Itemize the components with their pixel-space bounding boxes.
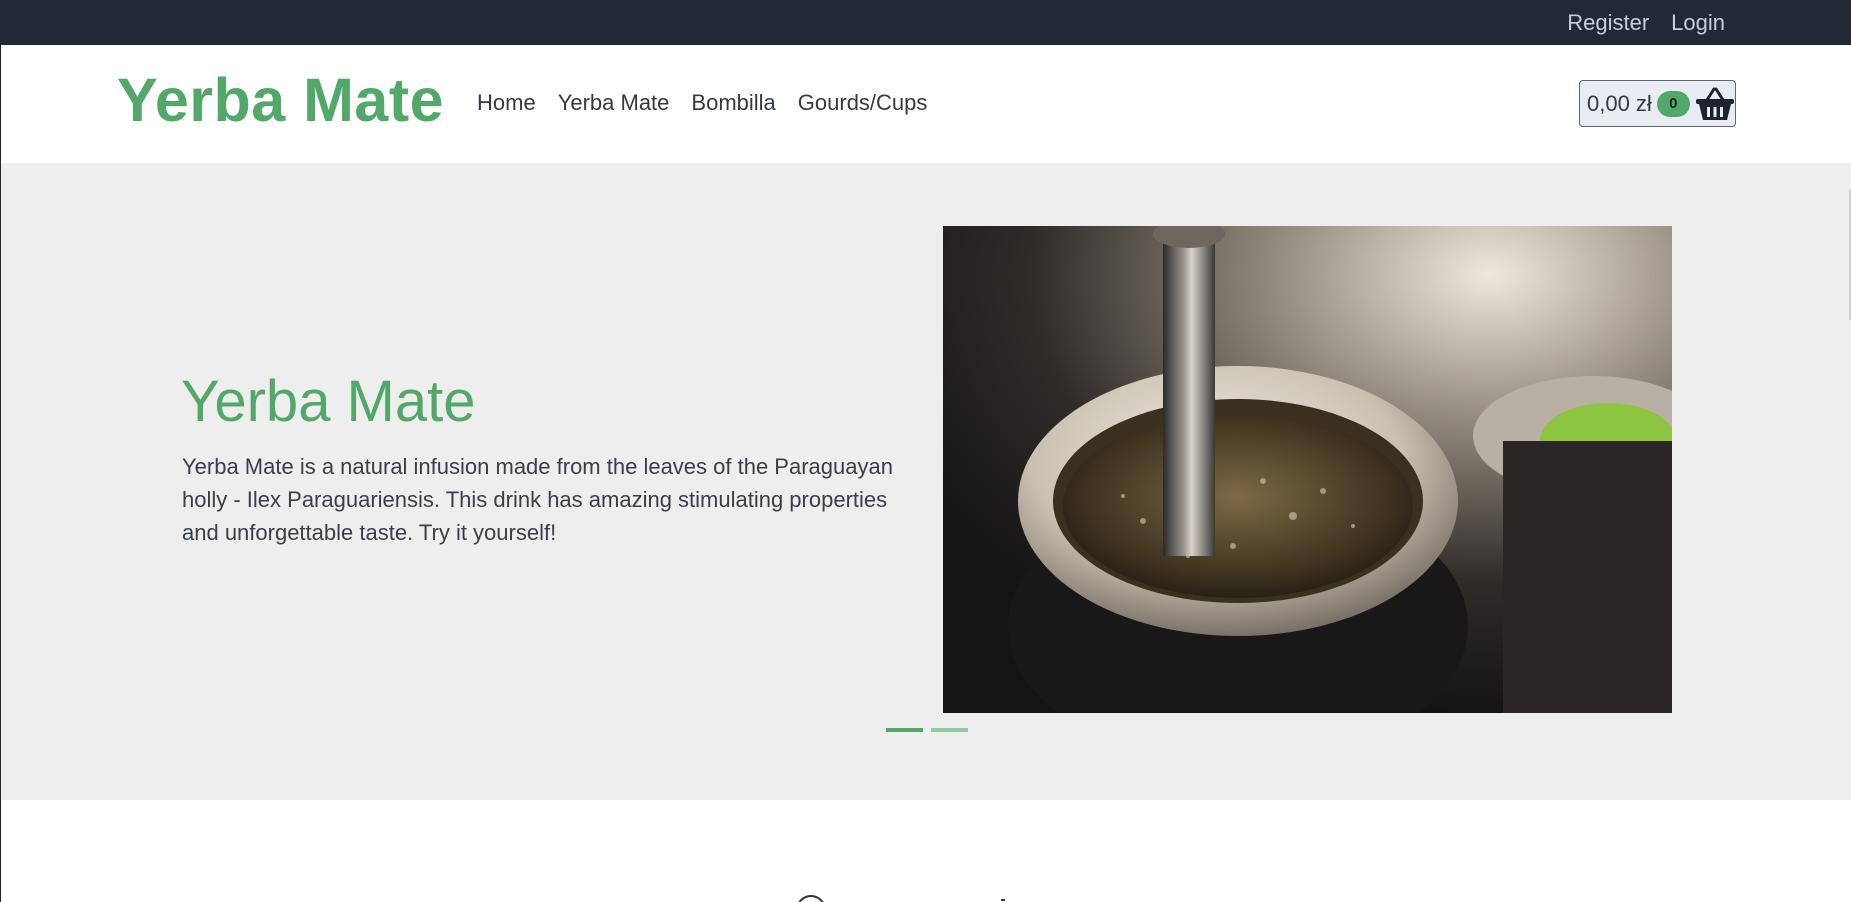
hero-description: Yerba Mate is a natural infusion made fr…: [182, 454, 893, 545]
cart-button[interactable]: 0,00 zł 0: [1579, 80, 1736, 127]
carousel-indicator-1[interactable]: [886, 728, 923, 732]
login-link[interactable]: Login: [1671, 10, 1725, 36]
nav-item-home[interactable]: Home: [477, 90, 536, 116]
nav-item-bombilla[interactable]: Bombilla: [691, 90, 775, 116]
hero-image: [943, 226, 1672, 713]
next-section-heading-peek: [791, 878, 1031, 902]
top-bar: Register Login: [1, 0, 1851, 45]
hero-title: Yerba Mate: [181, 369, 476, 434]
mate-gourd-image: [943, 226, 1672, 713]
cart-total: 0,00 zł: [1587, 90, 1652, 116]
hero-carousel: Yerba Mate Yerba Mate is a natural infus…: [1, 163, 1851, 800]
nav-item-yerba-mate[interactable]: Yerba Mate: [558, 90, 670, 116]
register-link[interactable]: Register: [1567, 10, 1649, 36]
nav-links: Home Yerba Mate Bombilla Gourds/Cups: [477, 90, 927, 116]
basket-icon: [1695, 87, 1734, 120]
nav-item-gourds-cups[interactable]: Gourds/Cups: [798, 90, 928, 116]
carousel-indicator-2[interactable]: [931, 728, 968, 732]
main-navbar: Yerba Mate Home Yerba Mate Bombilla Gour…: [1, 45, 1851, 163]
brand-logo[interactable]: Yerba Mate: [117, 65, 444, 135]
cart-count-badge: 0: [1656, 90, 1690, 117]
carousel-indicators: [886, 728, 968, 732]
